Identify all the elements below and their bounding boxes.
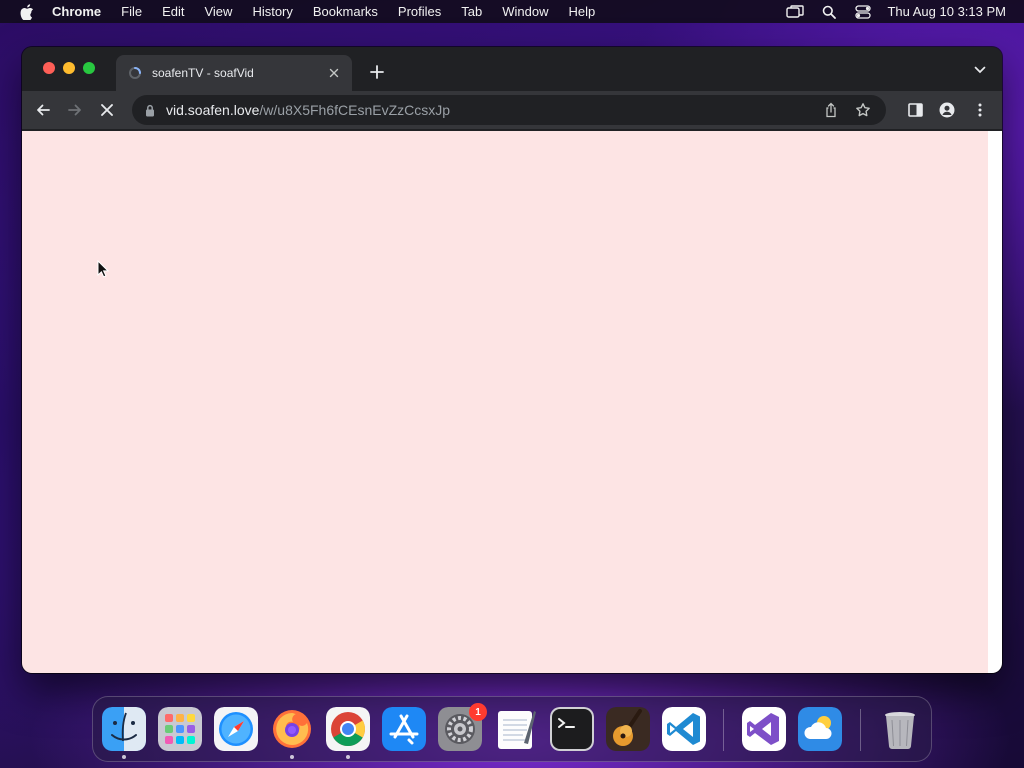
browser-toolbar: vid.soafen.love/w/u8X5Fh6fCEsnEvZzCcsxJp (22, 91, 1002, 129)
close-window-button[interactable] (43, 62, 55, 74)
more-menu-icon[interactable] (971, 101, 989, 119)
garageband-icon[interactable] (606, 707, 650, 751)
menu-file[interactable]: File (121, 0, 142, 23)
menu-bar-status-area: Thu Aug 10 3:13 PM (785, 0, 1024, 23)
share-icon[interactable] (822, 101, 840, 119)
page-content[interactable] (22, 131, 988, 673)
menu-bar: Chrome File Edit View History Bookmarks … (0, 0, 1024, 23)
dock-separator-trash (860, 709, 861, 751)
menu-edit[interactable]: Edit (162, 0, 184, 23)
menu-bar-clock[interactable]: Thu Aug 10 3:13 PM (887, 4, 1006, 19)
tab-title: soafenTV - soafVid (152, 66, 254, 80)
textedit-icon[interactable] (494, 707, 538, 751)
minimize-window-button[interactable] (63, 62, 75, 74)
menu-window[interactable]: Window (502, 0, 548, 23)
dock (92, 696, 932, 762)
apple-menu-icon[interactable] (20, 3, 34, 20)
system-preferences-badge: 1 (469, 703, 487, 721)
tab-close-icon[interactable] (326, 65, 342, 81)
new-tab-plus-icon[interactable] (368, 63, 386, 81)
side-panel-icon[interactable] (906, 101, 924, 119)
finder-running-indicator (122, 755, 126, 759)
loading-favicon-icon (128, 66, 142, 80)
screen-mirroring-icon[interactable] (785, 4, 805, 20)
firefox-running-indicator (290, 755, 294, 759)
mouse-pointer-icon (97, 260, 109, 278)
vscode-icon[interactable] (662, 707, 706, 751)
menu-tab[interactable]: Tab (461, 0, 482, 23)
trash-icon[interactable] (878, 707, 922, 751)
terminal-icon[interactable] (550, 707, 594, 751)
forward-arrow-icon[interactable] (66, 101, 84, 119)
lock-icon[interactable] (144, 103, 156, 117)
tab-strip: soafenTV - soafVid (22, 47, 1002, 91)
chrome-running-indicator (346, 755, 350, 759)
control-center-icon[interactable] (853, 4, 873, 20)
firefox-icon[interactable] (270, 707, 314, 751)
menu-help[interactable]: Help (569, 0, 596, 23)
back-arrow-icon[interactable] (34, 101, 52, 119)
finder-icon[interactable] (102, 707, 146, 751)
chrome-window: soafenTV - soafVid vid.soafen.love/w/u8X… (22, 47, 1002, 673)
address-url[interactable]: vid.soafen.love/w/u8X5Fh6fCEsnEvZzCcsxJp (166, 102, 822, 118)
address-bar[interactable]: vid.soafen.love/w/u8X5Fh6fCEsnEvZzCcsxJp (132, 95, 886, 125)
chrome-icon[interactable] (326, 707, 370, 751)
menu-bookmarks[interactable]: Bookmarks (313, 0, 378, 23)
fullscreen-window-button[interactable] (83, 62, 95, 74)
menu-history[interactable]: History (252, 0, 292, 23)
safari-icon[interactable] (214, 707, 258, 751)
dock-separator (723, 709, 724, 751)
tab-search-chevron-icon[interactable] (972, 64, 988, 76)
tab-active[interactable]: soafenTV - soafVid (116, 55, 352, 91)
weather-icon[interactable] (798, 707, 842, 751)
profile-avatar-icon[interactable] (938, 101, 956, 119)
bookmark-star-icon[interactable] (854, 101, 872, 119)
url-path: /w/u8X5Fh6fCEsnEvZzCcsxJp (259, 102, 451, 118)
launchpad-icon[interactable] (158, 707, 202, 751)
menu-profiles[interactable]: Profiles (398, 0, 441, 23)
stop-loading-icon[interactable] (98, 101, 116, 119)
page-scrollbar[interactable] (988, 131, 1002, 673)
menu-app-chrome[interactable]: Chrome (52, 0, 101, 23)
menu-view[interactable]: View (204, 0, 232, 23)
app-store-icon[interactable] (382, 707, 426, 751)
visual-studio-icon[interactable] (742, 707, 786, 751)
url-host: vid.soafen.love (166, 102, 260, 118)
spotlight-search-icon[interactable] (819, 4, 839, 20)
